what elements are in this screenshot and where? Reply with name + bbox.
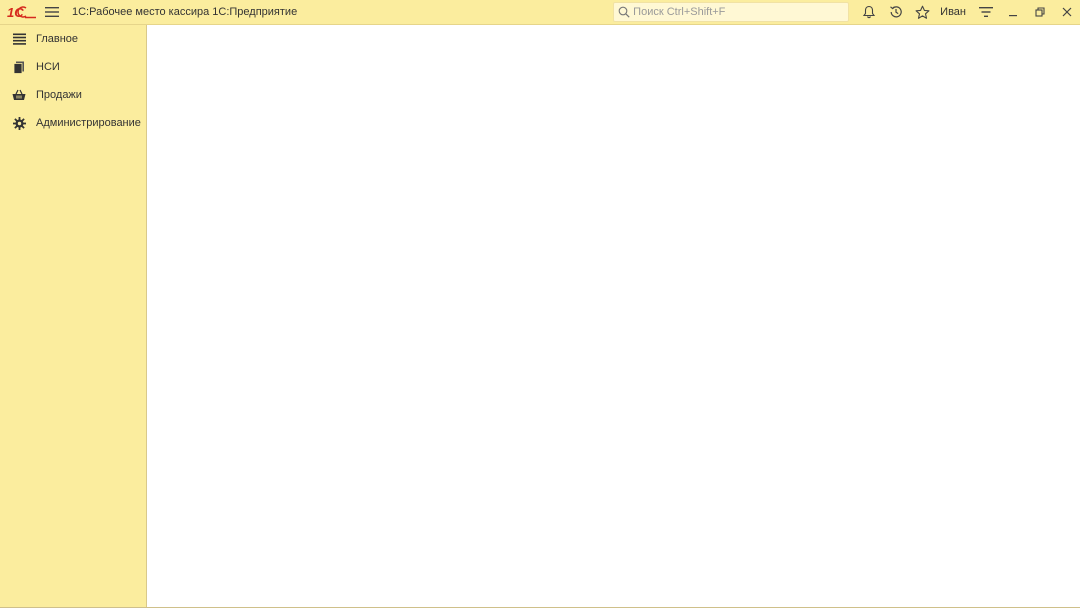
- basket-icon: [12, 88, 26, 102]
- app-title: 1С:Рабочее место кассира 1С:Предприятие: [72, 6, 298, 18]
- workspace-area: [147, 25, 1080, 608]
- hamburger-icon: [45, 7, 59, 17]
- favorites-button[interactable]: [909, 0, 936, 25]
- gear-icon: [12, 116, 26, 130]
- sidebar-item-label: Продажи: [36, 89, 82, 101]
- title-bar: 1C 1С:Рабочее место кассира 1С:Предприят…: [0, 0, 1080, 25]
- sidebar-item-administration[interactable]: Администрирование: [0, 109, 146, 137]
- app-logo[interactable]: 1C: [6, 0, 38, 25]
- close-icon: [1062, 7, 1071, 17]
- history-icon: [889, 6, 902, 18]
- main-menu-button[interactable]: [40, 0, 64, 25]
- filter-icon: [978, 7, 993, 17]
- restore-button[interactable]: [1026, 0, 1053, 25]
- restore-icon: [1034, 7, 1045, 17]
- history-button[interactable]: [882, 0, 909, 25]
- sidebar-item-label: НСИ: [36, 61, 60, 73]
- bell-icon: [862, 5, 875, 19]
- sidebar-item-sales[interactable]: Продажи: [0, 81, 146, 109]
- minimize-icon: [1008, 15, 1017, 17]
- sidebar-item-main[interactable]: Главное: [0, 25, 146, 53]
- settings-menu-button[interactable]: [972, 0, 999, 25]
- search-box[interactable]: [613, 2, 850, 22]
- list-icon: [12, 32, 26, 46]
- books-icon: [12, 60, 26, 74]
- search-icon: [618, 6, 630, 18]
- close-button[interactable]: [1053, 0, 1080, 25]
- sidebar-item-nsi[interactable]: НСИ: [0, 53, 146, 81]
- minimize-button[interactable]: [999, 0, 1026, 25]
- user-name[interactable]: Иван: [940, 6, 966, 18]
- search-input[interactable]: [633, 6, 844, 18]
- notifications-button[interactable]: [855, 0, 882, 25]
- sections-panel: Главное НСИ Продажи Администрирование: [0, 25, 147, 608]
- star-icon: [915, 5, 930, 19]
- sidebar-item-label: Администрирование: [36, 117, 141, 129]
- sidebar-item-label: Главное: [36, 33, 79, 45]
